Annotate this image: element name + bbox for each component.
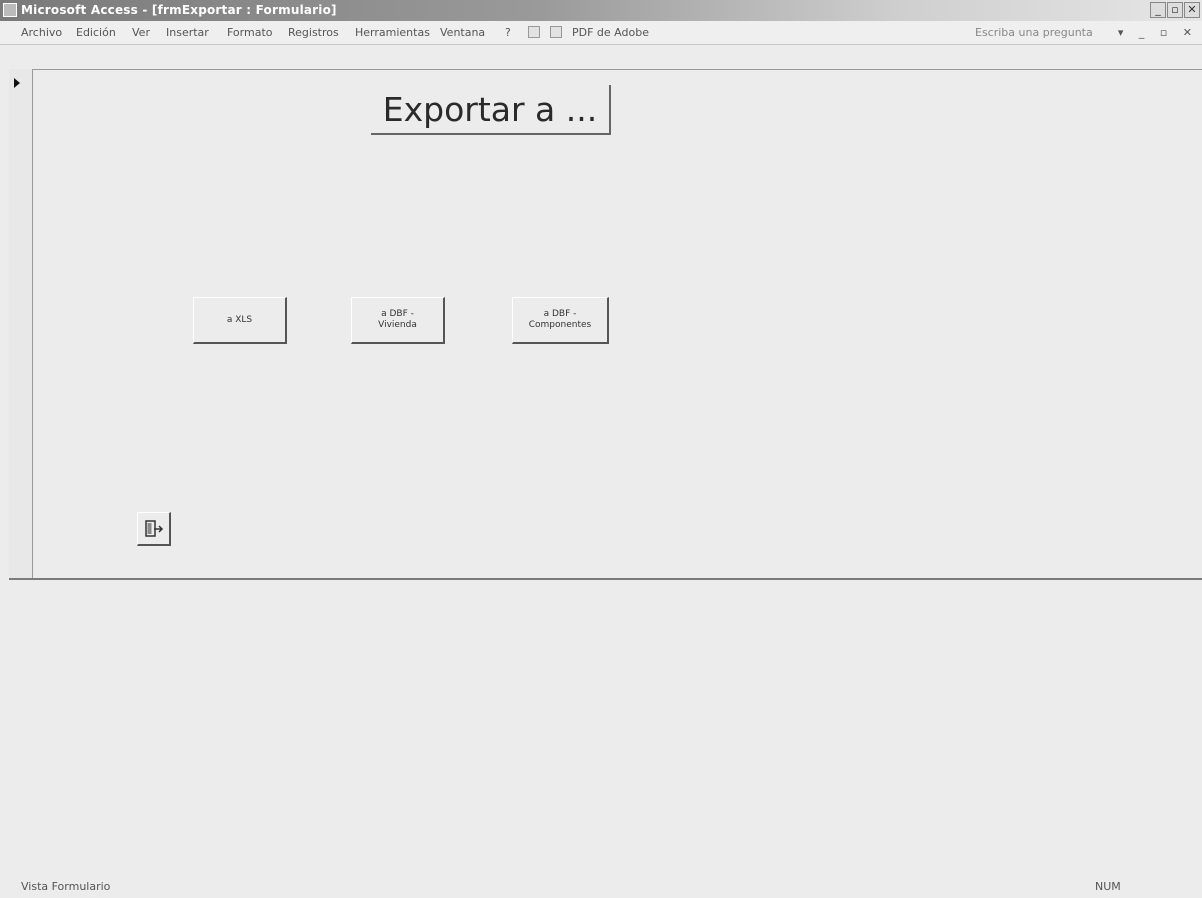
menu-registros[interactable]: Registros xyxy=(288,21,339,44)
pdf-tool-icon[interactable] xyxy=(550,26,562,38)
export-xls-button[interactable]: a XLS xyxy=(193,297,287,344)
form-heading: Exportar a ... xyxy=(371,85,611,135)
access-app-icon[interactable] xyxy=(3,3,17,17)
status-num-indicator: NUM xyxy=(1095,880,1121,893)
restore-button[interactable]: ▫ xyxy=(1167,2,1183,18)
menu-archivo[interactable]: Archivo xyxy=(21,21,62,44)
menu-bar: Archivo Edición Ver Insertar Formato Reg… xyxy=(0,21,1202,45)
help-question-box[interactable]: Escriba una pregunta xyxy=(975,21,1093,44)
record-selector[interactable] xyxy=(9,69,33,579)
close-button[interactable]: ✕ xyxy=(1184,2,1200,18)
window-title: Microsoft Access - [frmExportar : Formul… xyxy=(21,3,337,17)
export-dbf-componentes-button[interactable]: a DBF - Componentes xyxy=(512,297,609,344)
menu-edicion[interactable]: Edición xyxy=(76,21,116,44)
menu-insertar[interactable]: Insertar xyxy=(166,21,209,44)
menu-help[interactable]: ? xyxy=(505,21,511,44)
toolbar-grid-icon[interactable] xyxy=(528,26,540,38)
status-bar: Vista Formulario NUM xyxy=(0,876,1202,898)
minimize-button[interactable]: _ xyxy=(1150,2,1166,18)
menu-ventana[interactable]: Ventana xyxy=(440,21,485,44)
menu-pdf-adobe[interactable]: PDF de Adobe xyxy=(572,21,649,44)
menu-herramientas[interactable]: Herramientas xyxy=(355,21,430,44)
close-form-icon xyxy=(145,520,164,537)
form-bottom-border xyxy=(9,578,1202,580)
status-mode: Vista Formulario xyxy=(21,880,111,893)
title-bar: Microsoft Access - [frmExportar : Formul… xyxy=(0,0,1202,21)
close-form-button[interactable] xyxy=(137,512,171,546)
current-record-arrow-icon xyxy=(14,78,20,88)
mdi-window-controls[interactable]: ▾ _ ▫ ✕ xyxy=(1118,21,1198,44)
window-controls: _ ▫ ✕ xyxy=(1150,2,1200,18)
menu-formato[interactable]: Formato xyxy=(227,21,273,44)
menu-ver[interactable]: Ver xyxy=(132,21,150,44)
export-dbf-vivienda-button[interactable]: a DBF - Vivienda xyxy=(351,297,445,344)
